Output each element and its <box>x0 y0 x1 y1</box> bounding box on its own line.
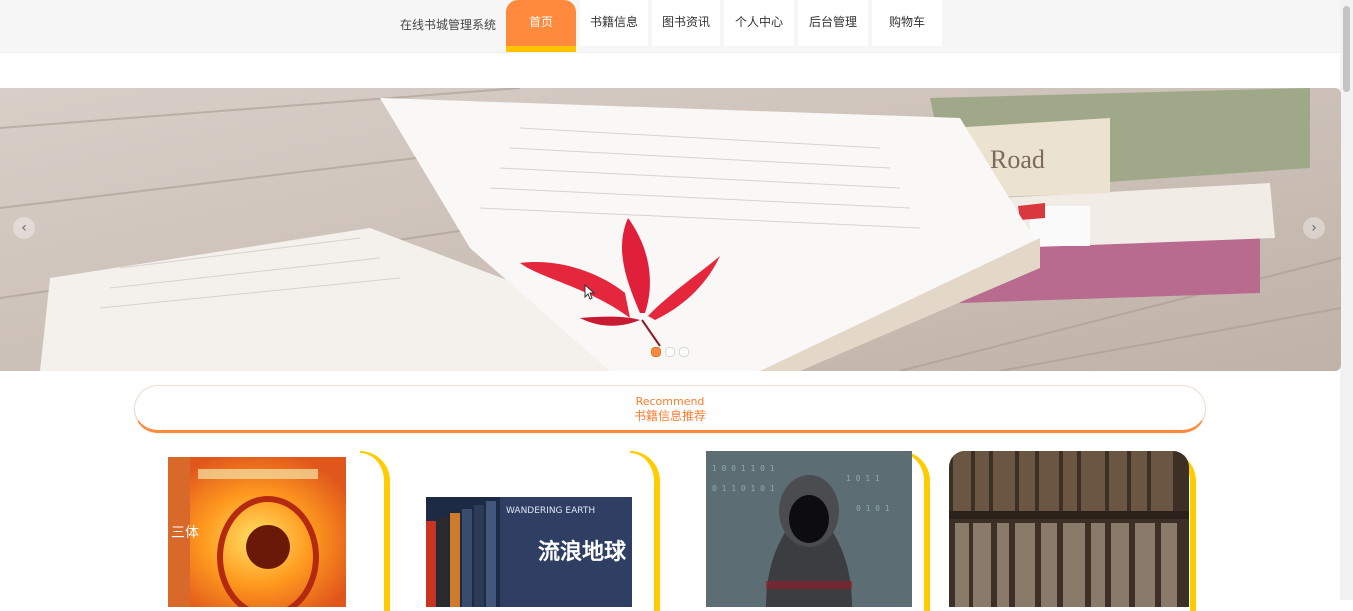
card-accent <box>360 451 390 611</box>
main-nav: 首页 书籍信息 图书资讯 个人中心 后台管理 购物车 <box>506 0 946 52</box>
book-cover[interactable] <box>949 451 1189 607</box>
carousel-indicators <box>651 347 689 357</box>
book-card[interactable]: 1 0 0 1 1 0 1 0 1 1 0 1 0 1 1 0 1 1 0 1 … <box>700 451 930 611</box>
book-card[interactable] <box>946 451 1196 611</box>
book-title: 三体 <box>171 525 199 541</box>
svg-text:0 1 0 1: 0 1 0 1 <box>856 504 890 513</box>
nav-cart[interactable]: 购物车 <box>872 0 942 46</box>
section-title-cn: 书籍信息推荐 <box>633 409 706 423</box>
card-accent <box>630 451 660 611</box>
top-navbar: 在线书城管理系统 首页 书籍信息 图书资讯 个人中心 后台管理 购物车 <box>0 0 1340 53</box>
banner-image: Road <box>0 88 1341 371</box>
book-title: 流浪地球 <box>538 539 627 565</box>
carousel-prev-button[interactable]: ‹ <box>13 217 35 239</box>
book-card[interactable]: WANDERING EARTH 流浪地球 <box>420 451 660 611</box>
chevron-right-icon: › <box>1311 220 1317 236</box>
book-cover[interactable]: 三体 <box>168 457 346 607</box>
section-title-en: Recommend <box>635 395 705 408</box>
nav-book-news[interactable]: 图书资讯 <box>652 0 720 46</box>
nav-book-info[interactable]: 书籍信息 <box>580 0 648 46</box>
nav-admin[interactable]: 后台管理 <box>798 0 868 46</box>
mouse-cursor-icon <box>584 284 596 300</box>
carousel-dot[interactable] <box>651 347 661 357</box>
book-spine-text: Road <box>990 145 1045 174</box>
svg-text:0 1 1 0 1 0 1: 0 1 1 0 1 0 1 <box>712 484 775 493</box>
book-cover[interactable]: WANDERING EARTH 流浪地球 <box>426 497 632 607</box>
scrollbar-thumb[interactable] <box>1343 6 1350 92</box>
nav-personal-center[interactable]: 个人中心 <box>724 0 794 46</box>
banner-carousel: Road ‹ › <box>0 88 1341 371</box>
recommend-section-title: Recommend 书籍信息推荐 <box>134 385 1206 433</box>
chevron-left-icon: ‹ <box>21 220 27 236</box>
svg-text:1 0 1 1: 1 0 1 1 <box>846 474 880 483</box>
book-subtitle: WANDERING EARTH <box>506 506 595 516</box>
nav-home[interactable]: 首页 <box>506 0 576 52</box>
carousel-dot[interactable] <box>665 347 675 357</box>
carousel-next-button[interactable]: › <box>1303 217 1325 239</box>
book-cover[interactable]: 1 0 0 1 1 0 1 0 1 1 0 1 0 1 1 0 1 1 0 1 … <box>706 451 912 607</box>
book-card[interactable]: 三体 <box>160 451 390 611</box>
carousel-dot[interactable] <box>679 347 689 357</box>
svg-text:1 0 0 1 1 0 1: 1 0 0 1 1 0 1 <box>712 464 775 473</box>
site-title: 在线书城管理系统 <box>400 18 497 32</box>
page-scrollbar[interactable] <box>1340 0 1353 600</box>
